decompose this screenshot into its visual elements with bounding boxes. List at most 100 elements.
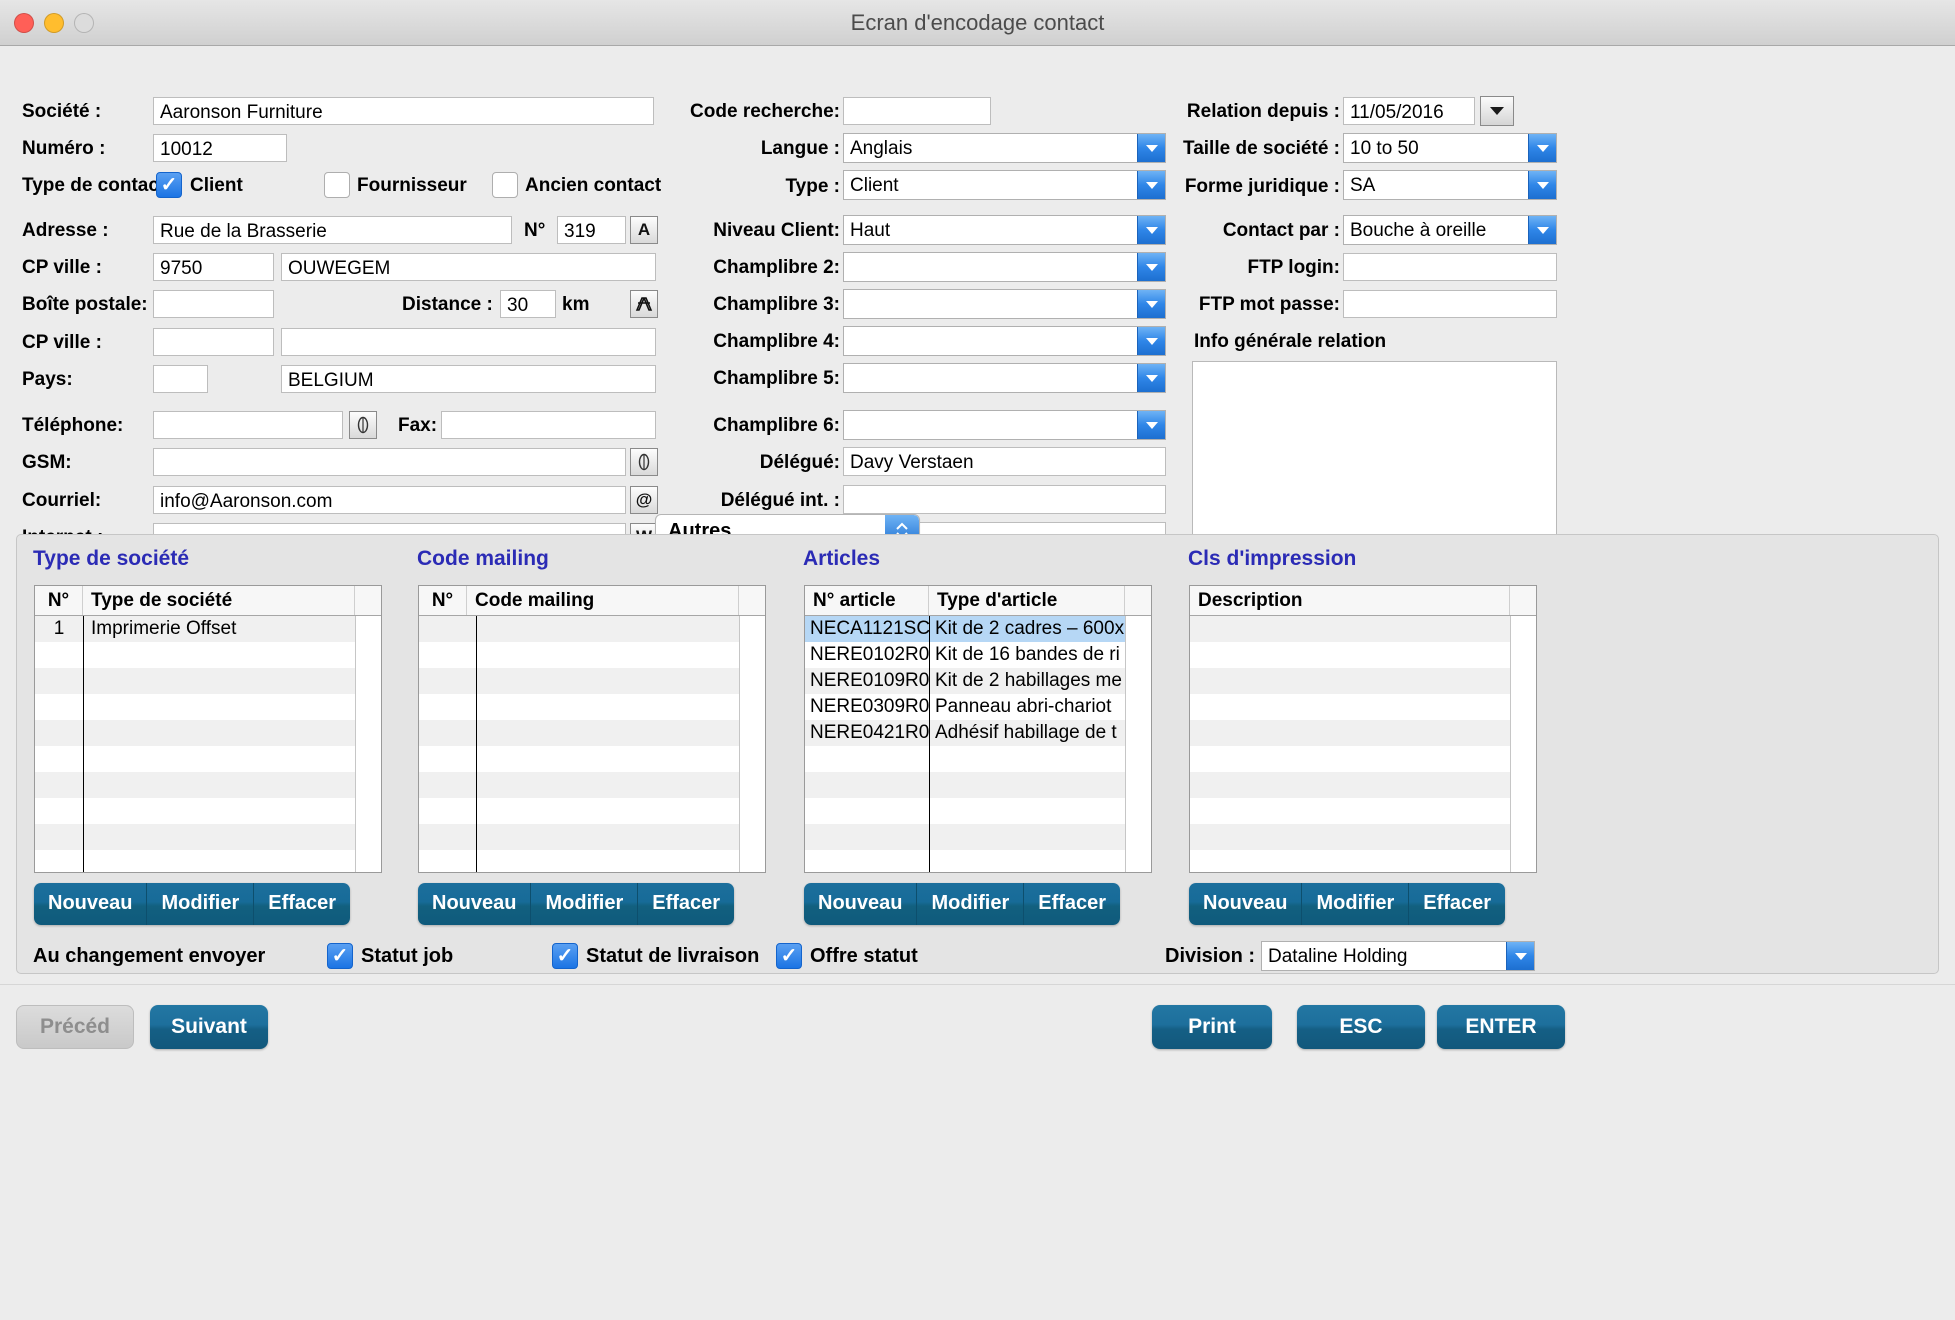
table-row[interactable] xyxy=(1190,850,1536,872)
statut-livraison-checkbox[interactable] xyxy=(552,943,578,969)
table-row[interactable] xyxy=(1190,798,1536,824)
table-row[interactable]: NECA1121SC Kit de 2 cadres – 600x xyxy=(805,616,1151,642)
effacer-button[interactable]: Effacer xyxy=(638,883,735,925)
table-row[interactable] xyxy=(35,694,381,720)
table-row[interactable] xyxy=(35,850,381,872)
esc-button[interactable]: ESC xyxy=(1297,1005,1425,1049)
table-row[interactable] xyxy=(419,668,765,694)
taille-societe-select[interactable]: 10 to 50 xyxy=(1343,133,1557,163)
adresse-input[interactable]: Rue de la Brasserie xyxy=(153,216,512,244)
numero-input[interactable]: 10012 xyxy=(153,134,287,162)
table-row[interactable]: 1 Imprimerie Offset xyxy=(35,616,381,642)
table-row[interactable] xyxy=(805,824,1151,850)
nouveau-button[interactable]: Nouveau xyxy=(34,883,148,925)
table-row[interactable] xyxy=(419,850,765,872)
code-recherche-input[interactable] xyxy=(843,97,991,125)
precedent-button[interactable]: Précéd xyxy=(16,1005,134,1049)
table-row[interactable] xyxy=(1190,772,1536,798)
vertical-scrollbar[interactable] xyxy=(739,616,765,872)
cls-impression-list[interactable]: Description xyxy=(1189,585,1537,873)
delegue-input[interactable]: Davy Verstaen xyxy=(843,447,1166,476)
ancien-contact-checkbox[interactable] xyxy=(492,172,518,198)
champlibre4-select[interactable] xyxy=(843,326,1166,356)
nouveau-button[interactable]: Nouveau xyxy=(1189,883,1303,925)
effacer-button[interactable]: Effacer xyxy=(1024,883,1121,925)
client-checkbox[interactable] xyxy=(156,172,182,198)
table-row[interactable] xyxy=(419,824,765,850)
modifier-button[interactable]: Modifier xyxy=(1302,883,1410,925)
contact-par-select[interactable]: Bouche à oreille xyxy=(1343,215,1557,245)
table-row[interactable] xyxy=(35,720,381,746)
print-button[interactable]: Print xyxy=(1152,1005,1272,1049)
table-row[interactable] xyxy=(805,798,1151,824)
table-row[interactable] xyxy=(1190,616,1536,642)
table-row[interactable] xyxy=(1190,642,1536,668)
phone-icon[interactable] xyxy=(349,411,377,439)
table-row[interactable]: NERE0421R0 Adhésif habillage de t xyxy=(805,720,1151,746)
table-row[interactable] xyxy=(419,694,765,720)
articles-list[interactable]: N° article Type d'article NECA1121SC Kit… xyxy=(804,585,1152,873)
vertical-scrollbar[interactable] xyxy=(1125,616,1151,872)
table-row[interactable] xyxy=(1190,720,1536,746)
effacer-button[interactable]: Effacer xyxy=(1409,883,1506,925)
pays-code-input[interactable] xyxy=(153,365,208,393)
forme-juridique-select[interactable]: SA xyxy=(1343,170,1557,200)
table-row[interactable] xyxy=(35,772,381,798)
date-picker-button[interactable] xyxy=(1480,96,1514,126)
table-row[interactable]: NERE0102R0 Kit de 16 bandes de ri xyxy=(805,642,1151,668)
table-row[interactable] xyxy=(35,824,381,850)
table-row[interactable] xyxy=(35,642,381,668)
table-row[interactable] xyxy=(1190,668,1536,694)
enter-button[interactable]: ENTER xyxy=(1437,1005,1565,1049)
courriel-input[interactable]: info@Aaronson.com xyxy=(153,486,626,514)
nouveau-button[interactable]: Nouveau xyxy=(804,883,918,925)
relation-depuis-input[interactable]: 11/05/2016 xyxy=(1343,97,1475,125)
champlibre5-select[interactable] xyxy=(843,363,1166,393)
table-row[interactable] xyxy=(35,668,381,694)
delegue-int-input[interactable] xyxy=(843,485,1166,514)
zoom-button[interactable] xyxy=(74,12,94,33)
cp2-input[interactable] xyxy=(153,328,274,356)
code-mailing-list[interactable]: N° Code mailing xyxy=(418,585,766,873)
table-row[interactable] xyxy=(419,772,765,798)
table-row[interactable] xyxy=(805,850,1151,872)
nouveau-button[interactable]: Nouveau xyxy=(418,883,532,925)
champlibre6-select[interactable] xyxy=(843,410,1166,440)
table-row[interactable] xyxy=(805,772,1151,798)
table-row[interactable] xyxy=(1190,694,1536,720)
effacer-button[interactable]: Effacer xyxy=(254,883,351,925)
minimize-button[interactable] xyxy=(44,12,64,33)
table-row[interactable] xyxy=(1190,746,1536,772)
modifier-button[interactable]: Modifier xyxy=(917,883,1025,925)
info-generale-textarea[interactable] xyxy=(1192,361,1557,547)
close-button[interactable] xyxy=(14,12,34,33)
table-row[interactable] xyxy=(419,642,765,668)
offre-statut-checkbox[interactable] xyxy=(776,943,802,969)
type-societe-list[interactable]: N° Type de société 1 Imprimerie Offset xyxy=(34,585,382,873)
table-row[interactable] xyxy=(35,798,381,824)
table-row[interactable] xyxy=(1190,824,1536,850)
modifier-button[interactable]: Modifier xyxy=(147,883,255,925)
table-row[interactable] xyxy=(35,746,381,772)
modifier-button[interactable]: Modifier xyxy=(531,883,639,925)
vertical-scrollbar[interactable] xyxy=(355,616,381,872)
cp-input[interactable]: 9750 xyxy=(153,253,274,281)
ftp-mot-passe-input[interactable] xyxy=(1343,290,1557,318)
table-row[interactable]: NERE0109R0 Kit de 2 habillages me xyxy=(805,668,1151,694)
societe-input[interactable]: Aaronson Furniture xyxy=(153,97,654,125)
boite-postale-input[interactable] xyxy=(153,290,274,318)
telephone-input[interactable] xyxy=(153,411,343,439)
distance-input[interactable]: 30 xyxy=(500,290,556,318)
table-row[interactable]: NERE0309R0 Panneau abri-chariot xyxy=(805,694,1151,720)
suivant-button[interactable]: Suivant xyxy=(150,1005,268,1049)
table-row[interactable] xyxy=(805,746,1151,772)
gsm-input[interactable] xyxy=(153,448,626,476)
fournisseur-checkbox[interactable] xyxy=(324,172,350,198)
table-row[interactable] xyxy=(419,720,765,746)
ftp-login-input[interactable] xyxy=(1343,253,1557,281)
statut-job-checkbox[interactable] xyxy=(327,943,353,969)
division-select[interactable]: Dataline Holding xyxy=(1261,941,1535,971)
vertical-scrollbar[interactable] xyxy=(1510,616,1536,872)
table-row[interactable] xyxy=(419,746,765,772)
table-row[interactable] xyxy=(419,798,765,824)
